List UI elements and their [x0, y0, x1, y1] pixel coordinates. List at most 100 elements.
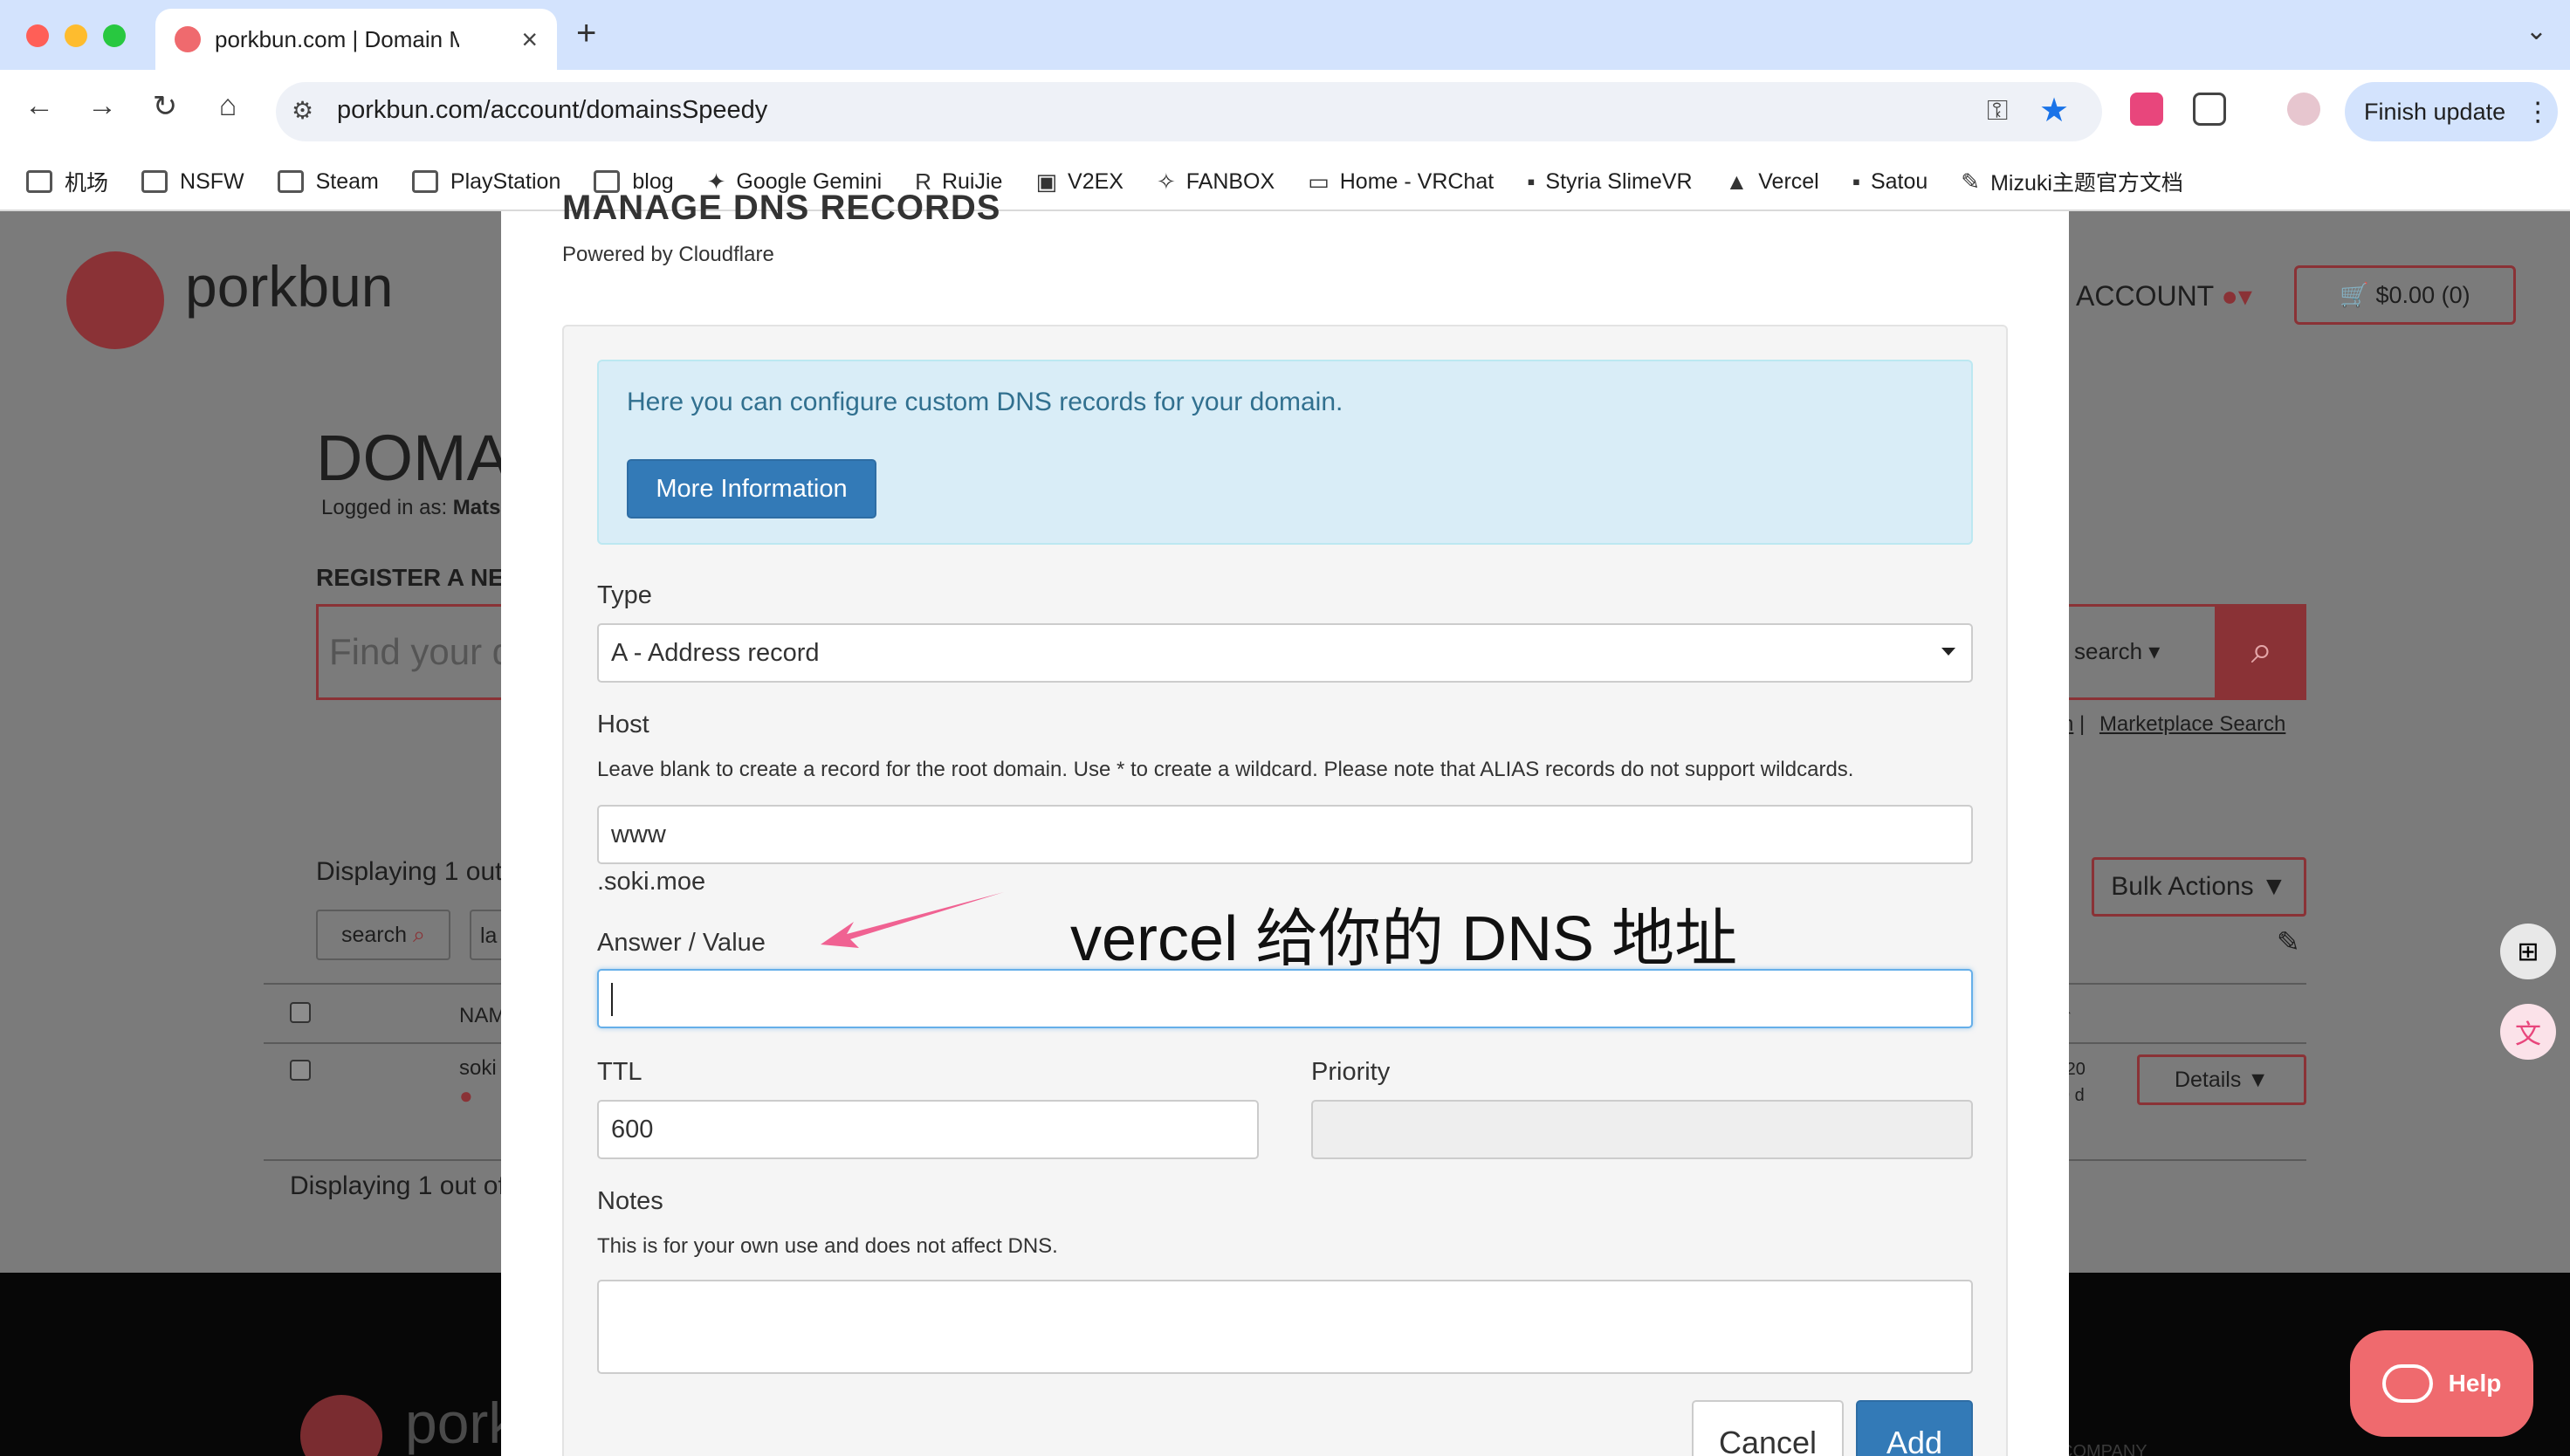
row-checkbox[interactable] — [290, 1060, 311, 1081]
ttl-label: TTL — [597, 1058, 642, 1086]
footer-company-heading: COMPANY — [2060, 1442, 2147, 1456]
record-type-select[interactable]: A - Address record — [597, 623, 1973, 683]
bookmark-label: Vercel — [1758, 168, 1819, 194]
minimize-window-button[interactable] — [65, 24, 87, 47]
address-url[interactable]: porkbun.com/account/domainsSpeedy — [337, 96, 767, 125]
more-information-button[interactable]: More Information — [627, 459, 876, 519]
displaying-count-bottom: Displaying 1 out of — [290, 1171, 505, 1200]
porkbun-logo-text: porkbun — [185, 254, 394, 319]
maximize-window-button[interactable] — [103, 24, 126, 47]
table-search-label: search — [340, 922, 408, 947]
details-label: Details — [2174, 1067, 2242, 1092]
bookmark-item[interactable]: PlayStation — [411, 168, 561, 195]
mizuki-icon: ✎ — [1961, 168, 1981, 195]
extensions-puzzle-icon[interactable] — [2193, 93, 2226, 126]
account-label: ACCOUNT — [2076, 280, 2214, 312]
bookmark-label: Styria SlimeVR — [1545, 168, 1693, 194]
tag-icon[interactable]: ● — [459, 1082, 473, 1109]
finish-update-label: Finish update — [2364, 98, 2506, 125]
cart-button[interactable]: 🛒 $0.00 (0) — [2294, 265, 2516, 325]
translate-extension-icon[interactable] — [2130, 93, 2163, 126]
logged-in-label: Logged in as: — [321, 496, 448, 519]
select-all-checkbox[interactable] — [290, 1002, 311, 1023]
table-search-button[interactable]: search ⌕ — [316, 910, 450, 960]
folder-icon — [277, 170, 304, 193]
sidebar-apps-icon[interactable]: ⊞ — [2500, 924, 2556, 979]
cart-icon: 🛒 — [2340, 282, 2376, 308]
active-tab[interactable]: porkbun.com | Domain Manag × — [155, 9, 557, 70]
back-button[interactable]: ← — [17, 89, 61, 123]
bookmark-label: Satou — [1870, 168, 1928, 194]
add-button[interactable]: Add — [1856, 1400, 1973, 1456]
domain-name-cell[interactable]: soki — [459, 1056, 497, 1081]
search-icon: ⌕ — [412, 922, 425, 947]
cancel-button[interactable]: Cancel — [1692, 1400, 1844, 1456]
password-key-icon[interactable]: ⚿ — [1987, 94, 2008, 127]
finish-update-button[interactable]: Finish update ⋮ — [2345, 82, 2558, 141]
details-button[interactable]: Details ▼ — [2137, 1054, 2306, 1105]
host-label: Host — [597, 711, 649, 738]
search-icon[interactable]: ⌕ — [2217, 604, 2306, 700]
slimevr-icon: ▪ — [1527, 168, 1536, 195]
marketplace-search-link[interactable]: Marketplace Search — [2099, 712, 2285, 736]
displaying-count-top: Displaying 1 out — [316, 857, 503, 886]
bulk-actions-button[interactable]: Bulk Actions ▼ — [2092, 857, 2306, 917]
label-filter-input[interactable]: la — [470, 910, 505, 960]
host-help-text: Leave blank to create a record for the r… — [597, 758, 1854, 781]
more-menu-icon: ⋮ — [2525, 97, 2552, 127]
cart-total: $0.00 (0) — [2375, 281, 2470, 308]
folder-icon — [26, 170, 52, 193]
priority-label: Priority — [1311, 1058, 1391, 1086]
host-input[interactable]: www — [597, 805, 1973, 864]
search-links: ch | Marketplace Search — [2043, 712, 2285, 737]
bookmark-star-icon[interactable]: ★ — [2039, 91, 2069, 130]
bulk-actions-label: Bulk Actions — [2111, 872, 2254, 901]
vercel-icon: ▲ — [1725, 168, 1749, 195]
translate-float-icon[interactable]: 文 — [2500, 1004, 2556, 1060]
folder-icon — [411, 170, 438, 193]
info-alert: Here you can configure custom DNS record… — [597, 360, 1973, 545]
bookmark-item[interactable]: ✎ Mizuki主题官方文档 — [1961, 166, 2183, 197]
site-info-icon[interactable]: ⚙ — [292, 96, 313, 125]
priority-input[interactable] — [1311, 1100, 1973, 1159]
bookmark-item[interactable]: ✧ FANBOX — [1157, 168, 1275, 196]
bookmark-label: PlayStation — [450, 168, 561, 194]
home-button[interactable]: ⌂ — [206, 89, 250, 123]
bookmark-label: Mizuki主题官方文档 — [1990, 171, 2183, 196]
annotation-arrow-icon — [821, 892, 1004, 948]
tab-close-icon[interactable]: × — [521, 24, 538, 56]
help-chat-button[interactable]: Help — [2350, 1330, 2533, 1437]
chevron-down-icon — [1941, 648, 1955, 656]
column-name-header[interactable]: NAM — [459, 1004, 505, 1028]
profile-avatar[interactable] — [2287, 93, 2320, 126]
bookmark-label: NSFW — [180, 168, 244, 194]
logged-in-text: Logged in as: Mats — [321, 496, 500, 520]
bookmark-label: FANBOX — [1185, 168, 1275, 194]
reload-button[interactable]: ↻ — [143, 89, 187, 124]
info-alert-text: Here you can configure custom DNS record… — [627, 388, 1343, 416]
account-menu[interactable]: ACCOUNT ●▾ — [2076, 279, 2252, 312]
v2ex-icon: ▣ — [1035, 168, 1058, 195]
bookmark-label: V2EX — [1068, 168, 1124, 194]
bulk-search-dropdown[interactable]: lk search ▾ — [2043, 604, 2217, 700]
bookmark-item[interactable]: Steam — [277, 168, 379, 195]
tab-search-icon[interactable]: ⌄ — [2525, 16, 2547, 46]
bookmark-item[interactable]: ▪ Satou — [1852, 168, 1928, 196]
bookmark-item[interactable]: 机场 — [26, 166, 108, 197]
host-domain-suffix: .soki.moe — [597, 868, 706, 896]
forward-button[interactable]: → — [80, 89, 124, 123]
close-window-button[interactable] — [26, 24, 49, 47]
bookmark-item[interactable]: ▪ Styria SlimeVR — [1527, 168, 1692, 196]
new-tab-button[interactable]: + — [576, 14, 596, 53]
bookmark-item[interactable]: NSFW — [141, 169, 244, 195]
notes-textarea[interactable] — [597, 1280, 1973, 1374]
bookmark-item[interactable]: ▭ Home - VRChat — [1308, 168, 1494, 196]
bookmark-item[interactable]: ▲ Vercel — [1726, 168, 1819, 196]
chat-bubble-icon — [2381, 1364, 2433, 1403]
bookmark-label: Steam — [315, 168, 379, 194]
bookmarks-bar: 机场 NSFW Steam PlayStation blog ✦ Google Gemini… — [0, 154, 2570, 211]
vrchat-icon: ▭ — [1308, 168, 1330, 195]
bookmark-item[interactable]: ▣ V2EX — [1035, 168, 1124, 196]
ttl-input[interactable]: 600 — [597, 1100, 1259, 1159]
magic-wand-icon[interactable]: ✎ — [2277, 925, 2300, 958]
